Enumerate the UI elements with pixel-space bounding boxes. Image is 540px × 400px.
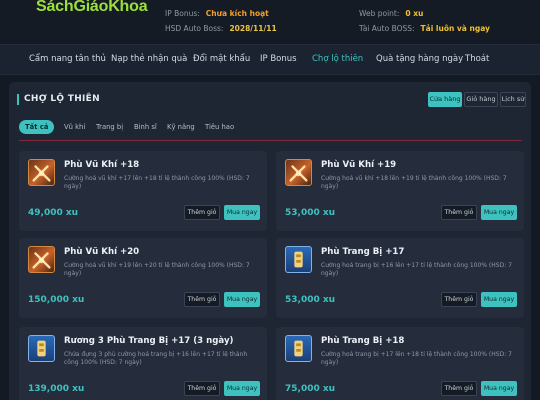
product-price: 49,000 xu	[28, 208, 79, 218]
auto-boss-info: Tài Auto BOSS: Tải luôn và ngay	[359, 24, 490, 33]
product-card: Rương 3 Phù Trang Bị +17 (3 ngày) Chứa đ…	[19, 327, 267, 400]
nav-item-cam-nang[interactable]: Cẩm nang tân thủ	[29, 54, 106, 64]
add-to-cart-button[interactable]: Thêm giỏ	[441, 292, 477, 307]
nav-item-doi-mat-khau[interactable]: Đổi mật khẩu	[193, 54, 250, 64]
filter-all[interactable]: Tất cả	[19, 120, 55, 134]
section-divider	[19, 140, 522, 141]
add-to-cart-button[interactable]: Thêm giỏ	[184, 205, 220, 220]
buy-now-button[interactable]: Mua ngay	[481, 381, 517, 396]
product-price: 150,000 xu	[28, 295, 85, 305]
buy-now-button[interactable]: Mua ngay	[224, 292, 260, 307]
product-name: Phù Trang Bị +18	[321, 336, 405, 346]
main-nav: Cẩm nang tân thủ Nạp thẻ nhận quà Đổi mậ…	[0, 44, 540, 75]
product-description: Cường hoá vũ khí +19 lên +20 tỉ lệ thành…	[64, 262, 250, 277]
tab-gio-hang[interactable]: Giỏ hàng	[464, 92, 498, 107]
product-card: Phù Trang Bị +18 Cường hoá trang bị +17 …	[276, 327, 524, 400]
product-card: Phù Vũ Khí +20 Cường hoá vũ khí +19 lên …	[19, 238, 267, 318]
page-title: CHỢ LỘ THIÊN	[17, 94, 100, 105]
product-price: 75,000 xu	[285, 384, 336, 394]
filter-skill[interactable]: Kỹ năng	[167, 120, 195, 134]
sword-icon	[285, 159, 312, 186]
buy-now-button[interactable]: Mua ngay	[224, 381, 260, 396]
armor-icon	[285, 335, 312, 362]
sword-icon	[28, 246, 55, 273]
tab-lich-su[interactable]: Lịch sử	[500, 92, 526, 107]
buy-now-button[interactable]: Mua ngay	[224, 205, 260, 220]
product-description: Chứa đựng 3 phù cường hoá trang bị +16 l…	[64, 351, 248, 366]
product-card: Phù Trang Bị +17 Cường hoá trang bị +16 …	[276, 238, 524, 318]
product-name: Rương 3 Phù Trang Bị +17 (3 ngày)	[64, 336, 234, 346]
product-name: Phù Vũ Khí +19	[321, 160, 397, 170]
hsd-label: HSD Auto Boss:	[165, 24, 224, 33]
site-logo[interactable]: SáchGiáoKhoa	[36, 0, 148, 16]
nav-item-ip-bonus[interactable]: IP Bonus	[260, 54, 297, 64]
ip-bonus-info: IP Bonus: Chưa kích hoạt	[165, 9, 269, 18]
nav-item-cho-lo-thien[interactable]: Chợ lộ thiên	[312, 54, 363, 64]
web-point-value: 0 xu	[405, 9, 424, 18]
product-name: Phù Vũ Khí +20	[64, 247, 140, 257]
armor-icon	[28, 335, 55, 362]
product-card: Phù Vũ Khí +18 Cường hoá vũ khí +17 lên …	[19, 151, 267, 231]
tab-cua-hang[interactable]: Cửa hàng	[428, 92, 462, 107]
web-point-label: Web point:	[359, 9, 400, 18]
add-to-cart-button[interactable]: Thêm giỏ	[184, 292, 220, 307]
filter-soldier[interactable]: Binh sĩ	[134, 120, 157, 134]
nav-item-nap-the[interactable]: Nạp thẻ nhận quà	[111, 54, 187, 64]
armor-icon	[285, 246, 312, 273]
nav-item-thoat[interactable]: Thoát	[465, 54, 489, 64]
hsd-auto-boss-info: HSD Auto Boss: 2028/11/11	[165, 24, 277, 33]
product-price: 53,000 xu	[285, 295, 336, 305]
filter-weapon[interactable]: Vũ khí	[64, 120, 85, 134]
product-price: 53,000 xu	[285, 208, 336, 218]
auto-boss-download-link[interactable]: Tải luôn và ngay	[421, 24, 490, 33]
product-description: Cường hoá vũ khí +17 lên +18 tỉ lệ thành…	[64, 175, 250, 190]
filter-consumable[interactable]: Tiêu hao	[205, 120, 234, 134]
product-description: Cường hoá trang bị +17 lên +18 tỉ lệ thà…	[321, 351, 512, 366]
buy-now-button[interactable]: Mua ngay	[481, 205, 517, 220]
buy-now-button[interactable]: Mua ngay	[481, 292, 517, 307]
add-to-cart-button[interactable]: Thêm giỏ	[441, 205, 477, 220]
product-price: 139,000 xu	[28, 384, 85, 394]
market-panel: CHỢ LỘ THIÊN Cửa hàng Giỏ hàng Lịch sử T…	[9, 82, 531, 400]
hsd-value: 2028/11/11	[229, 24, 277, 33]
ip-bonus-value: Chưa kích hoạt	[205, 9, 269, 18]
product-card: Phù Vũ Khí +19 Cường hoá vũ khí +18 lên …	[276, 151, 524, 231]
nav-item-qua-tang[interactable]: Quà tặng hàng ngày	[376, 54, 463, 64]
product-name: Phù Trang Bị +17	[321, 247, 405, 257]
ip-bonus-label: IP Bonus:	[165, 9, 200, 18]
product-description: Cường hoá trang bị +16 lên +17 tỉ lệ thà…	[321, 262, 512, 277]
auto-boss-label: Tài Auto BOSS:	[359, 24, 415, 33]
product-description: Cường hoá vũ khí +18 lên +19 tỉ lệ thành…	[321, 175, 507, 190]
filter-gear[interactable]: Trang bị	[96, 120, 123, 134]
sword-icon	[28, 159, 55, 186]
add-to-cart-button[interactable]: Thêm giỏ	[441, 381, 477, 396]
add-to-cart-button[interactable]: Thêm giỏ	[184, 381, 220, 396]
web-point-info: Web point: 0 xu	[359, 9, 423, 18]
top-bar: SáchGiáoKhoa IP Bonus: Chưa kích hoạt HSD…	[0, 0, 540, 40]
product-name: Phù Vũ Khí +18	[64, 160, 140, 170]
